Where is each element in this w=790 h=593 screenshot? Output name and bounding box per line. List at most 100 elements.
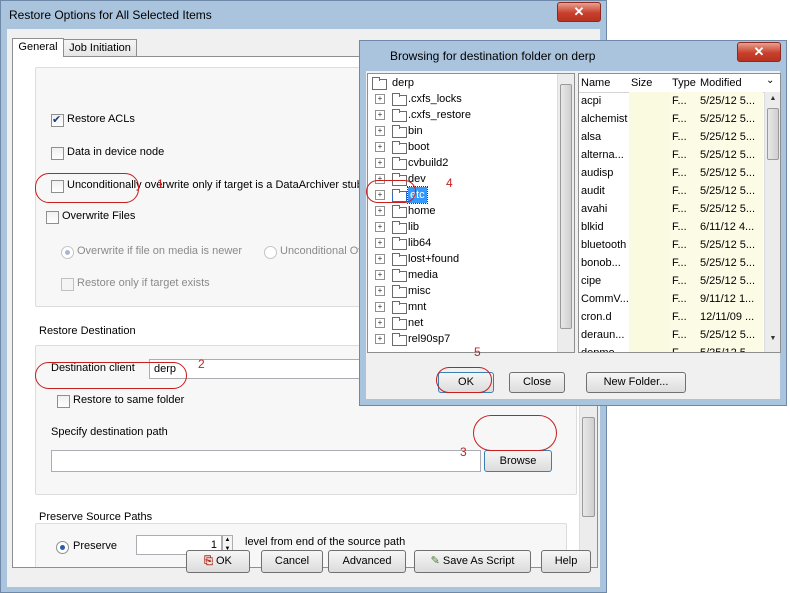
window-close-button[interactable]: ✕ (557, 2, 601, 22)
file-modified: 5/25/12 5... (700, 167, 756, 179)
expand-icon[interactable]: + (375, 318, 385, 328)
file-type: F... (672, 257, 687, 269)
expand-icon[interactable]: + (375, 334, 385, 344)
expand-icon[interactable]: + (375, 254, 385, 264)
file-row[interactable]: audit F... 5/25/12 5... (579, 182, 764, 200)
tree-item-label: bin (408, 125, 423, 137)
dialog-close-text-button[interactable]: Close (509, 372, 565, 393)
data-in-device-node-checkbox[interactable] (51, 147, 64, 160)
file-name: bluetooth (581, 239, 627, 251)
ok-icon: ⎘ (204, 555, 213, 567)
tree-item-label: media (408, 269, 438, 281)
file-row[interactable]: bluetooth F... 5/25/12 5... (579, 236, 764, 254)
col-type[interactable]: Type (672, 77, 696, 89)
expand-icon[interactable]: + (375, 142, 385, 152)
restore-to-same-folder-checkbox[interactable] (57, 395, 70, 408)
overwrite-files-checkbox[interactable] (46, 211, 59, 224)
advanced-button[interactable]: Advanced (328, 550, 406, 573)
restore-only-if-exists-label: Restore only if target exists (77, 277, 210, 289)
file-name: blkid (581, 221, 604, 233)
script-icon: ✎ (430, 555, 440, 567)
file-list-scrollbar-thumb[interactable] (767, 108, 779, 160)
file-modified: 5/25/12 5... (700, 131, 756, 143)
expand-icon[interactable]: + (375, 206, 385, 216)
tab-job-initiation[interactable]: Job Initiation (63, 39, 137, 57)
file-row[interactable]: alchemist F... 5/25/12 5... (579, 110, 764, 128)
expand-icon[interactable]: + (375, 222, 385, 232)
preserve-source-paths-heading: Preserve Source Paths (39, 511, 153, 523)
file-row[interactable]: acpi F... 5/25/12 5... (579, 92, 764, 110)
file-row[interactable]: deraun... F... 5/25/12 5... (579, 326, 764, 344)
expand-icon[interactable]: + (375, 302, 385, 312)
cancel-button[interactable]: Cancel (261, 550, 323, 573)
save-as-script-label: Save As Script (442, 555, 515, 567)
file-scroll-up-icon[interactable]: ▲ (765, 92, 780, 106)
col-modified[interactable]: Modified (700, 77, 742, 89)
ok-button[interactable]: ⎘ OK (186, 550, 250, 573)
overwrite-if-newer-radio[interactable] (61, 246, 74, 259)
file-row[interactable]: CommV... F... 9/11/12 1... (579, 290, 764, 308)
file-modified: 5/25/12 5... (700, 95, 756, 107)
file-row[interactable]: blkid F... 6/11/12 4... (579, 218, 764, 236)
overwrite-if-newer-label: Overwrite if file on media is newer (77, 245, 243, 257)
file-row[interactable]: bonob... F... 5/25/12 5... (579, 254, 764, 272)
expand-icon[interactable]: + (375, 94, 385, 104)
annotation-step-3: 3 (460, 445, 467, 459)
unconditional-overwrite-label: Unconditional Ov (280, 245, 364, 257)
help-button-label: Help (554, 555, 578, 567)
annotation-step-2: 2 (198, 357, 205, 371)
expand-icon[interactable]: + (375, 238, 385, 248)
file-type: F... (672, 311, 687, 323)
folder-icon (372, 77, 387, 90)
file-type: F... (672, 113, 687, 125)
file-row[interactable]: alterna... F... 5/25/12 5... (579, 146, 764, 164)
folder-icon (392, 333, 407, 346)
tab-general[interactable]: General (12, 38, 64, 57)
restore-acls-label: Restore ACLs (67, 113, 135, 125)
data-in-device-node-label: Data in device node (67, 146, 165, 158)
tree-item-label: lib (408, 221, 420, 233)
file-scroll-down-icon[interactable]: ▼ (765, 332, 780, 346)
expand-icon[interactable]: + (375, 158, 385, 168)
folder-icon (392, 221, 407, 234)
file-modified: 5/25/12 5... (700, 185, 756, 197)
file-name: depmo... (581, 347, 624, 353)
tree-scrollbar[interactable] (557, 74, 574, 352)
file-row[interactable]: depmo... F... 5/25/12 5... (579, 344, 764, 353)
tree-scrollbar-thumb[interactable] (560, 84, 572, 329)
restore-acls-checkbox[interactable] (51, 113, 64, 127)
file-row[interactable]: alsa F... 5/25/12 5... (579, 128, 764, 146)
file-row[interactable]: avahi F... 5/25/12 5... (579, 200, 764, 218)
folder-icon (392, 253, 407, 266)
expand-icon[interactable]: + (375, 126, 385, 136)
file-row[interactable]: cipe F... 5/25/12 5... (579, 272, 764, 290)
folder-icon (392, 125, 407, 138)
tab-general-label: General (18, 41, 58, 53)
file-list-header: Name Size Type Modified ⌄ (579, 74, 780, 93)
folder-icon (392, 109, 407, 122)
expand-icon[interactable]: + (375, 110, 385, 120)
destination-path-input[interactable] (51, 450, 481, 472)
file-row[interactable]: audisp F... 5/25/12 5... (579, 164, 764, 182)
file-row[interactable]: cron.d F... 12/11/09 ... (579, 308, 764, 326)
help-button[interactable]: Help (541, 550, 591, 573)
restore-only-if-exists-checkbox[interactable] (61, 278, 74, 291)
col-size[interactable]: Size (631, 77, 652, 89)
file-modified: 5/25/12 5... (700, 275, 756, 287)
expand-icon[interactable]: + (375, 270, 385, 280)
column-chooser-icon[interactable]: ⌄ (766, 75, 774, 86)
dialog-close-button[interactable]: ✕ (737, 42, 781, 62)
expand-icon[interactable]: + (375, 286, 385, 296)
save-as-script-button[interactable]: ✎ Save As Script (414, 550, 531, 573)
file-list-scrollbar[interactable]: ▲ ▼ (764, 92, 780, 352)
preserve-radio[interactable] (56, 541, 69, 554)
options-scrollbar-thumb[interactable] (582, 417, 595, 517)
new-folder-button[interactable]: New Folder... (586, 372, 686, 393)
file-name: audisp (581, 167, 614, 179)
file-modified: 9/11/12 1... (700, 293, 755, 305)
browse-button[interactable]: Browse (484, 450, 552, 472)
col-name[interactable]: Name (581, 77, 610, 89)
folder-icon (392, 317, 407, 330)
folder-icon (392, 157, 407, 170)
unconditional-overwrite-radio[interactable] (264, 246, 277, 259)
